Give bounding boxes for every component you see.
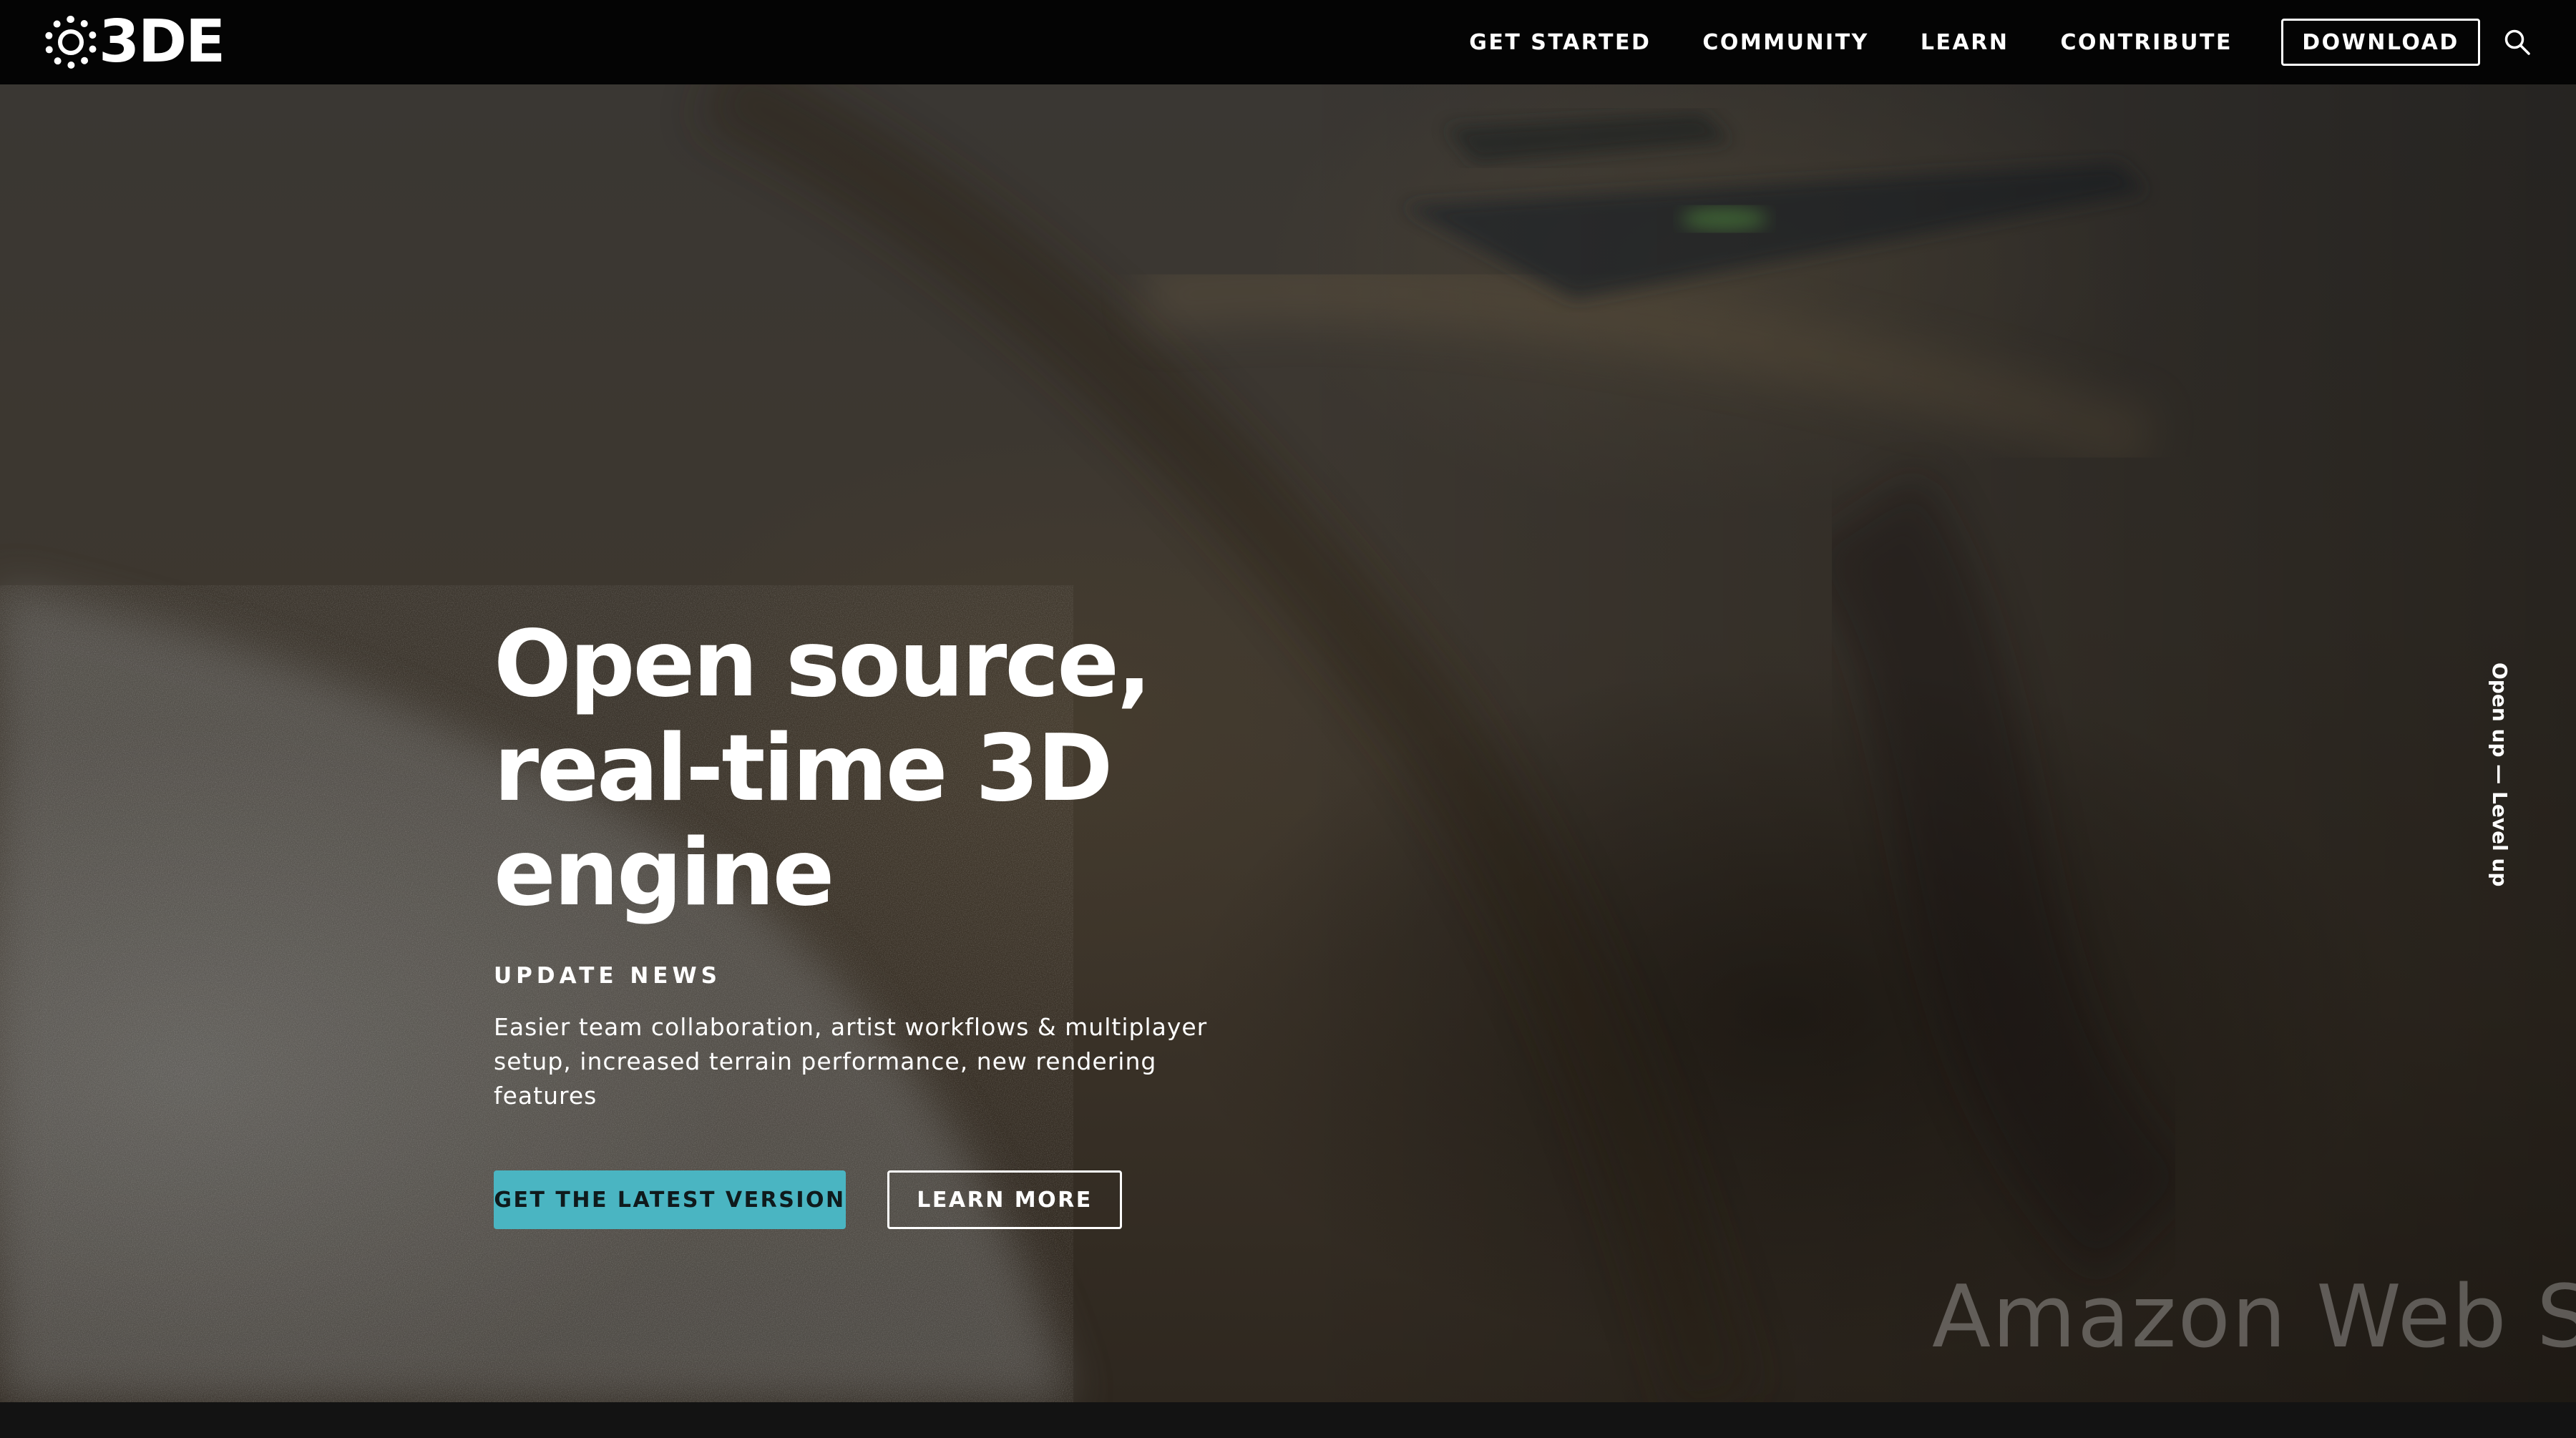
- bottom-strip: [0, 1402, 2576, 1438]
- hero-title-line-1: Open source,: [494, 611, 1152, 718]
- hero-background-image: [0, 84, 2576, 1402]
- learn-more-button[interactable]: LEARN MORE: [887, 1170, 1122, 1229]
- hero-title-line-2: real-time 3D: [494, 715, 1113, 822]
- hero-section: Open source, real-time 3D engine UPDATE …: [0, 84, 2576, 1402]
- main-nav: GET STARTED COMMUNITY LEARN CONTRIBUTE D…: [1469, 0, 2576, 84]
- nav-contribute[interactable]: CONTRIBUTE: [2060, 30, 2233, 55]
- hero-title: Open source, real-time 3D engine: [494, 612, 1281, 926]
- background-watermark-text: Amazon Web Serv: [1932, 1268, 2576, 1367]
- get-latest-version-button[interactable]: GET THE LATEST VERSION: [494, 1170, 846, 1229]
- search-icon: [2504, 29, 2530, 55]
- hero-buttons: GET THE LATEST VERSION LEARN MORE: [494, 1170, 1281, 1229]
- search-button[interactable]: [2502, 26, 2533, 58]
- update-news-text: Easier team collaboration, artist workfl…: [494, 1013, 1208, 1110]
- top-navbar: 3DE GET STARTED COMMUNITY LEARN CONTRIBU…: [0, 0, 2576, 84]
- logo-ring-icon: [44, 16, 97, 69]
- nav-community[interactable]: COMMUNITY: [1702, 30, 1869, 55]
- hero-title-line-3: engine: [494, 820, 834, 926]
- hero-content: Open source, real-time 3D engine UPDATE …: [494, 612, 1281, 1229]
- nav-learn[interactable]: LEARN: [1921, 30, 2009, 55]
- download-button[interactable]: DOWNLOAD: [2281, 19, 2480, 66]
- update-news-label: UPDATE NEWS: [494, 963, 721, 989]
- nav-get-started[interactable]: GET STARTED: [1469, 30, 1651, 55]
- o3de-logo[interactable]: 3DE: [44, 8, 225, 76]
- logo-text: 3DE: [99, 8, 225, 76]
- side-tagline: Open up — Level up: [2488, 662, 2512, 887]
